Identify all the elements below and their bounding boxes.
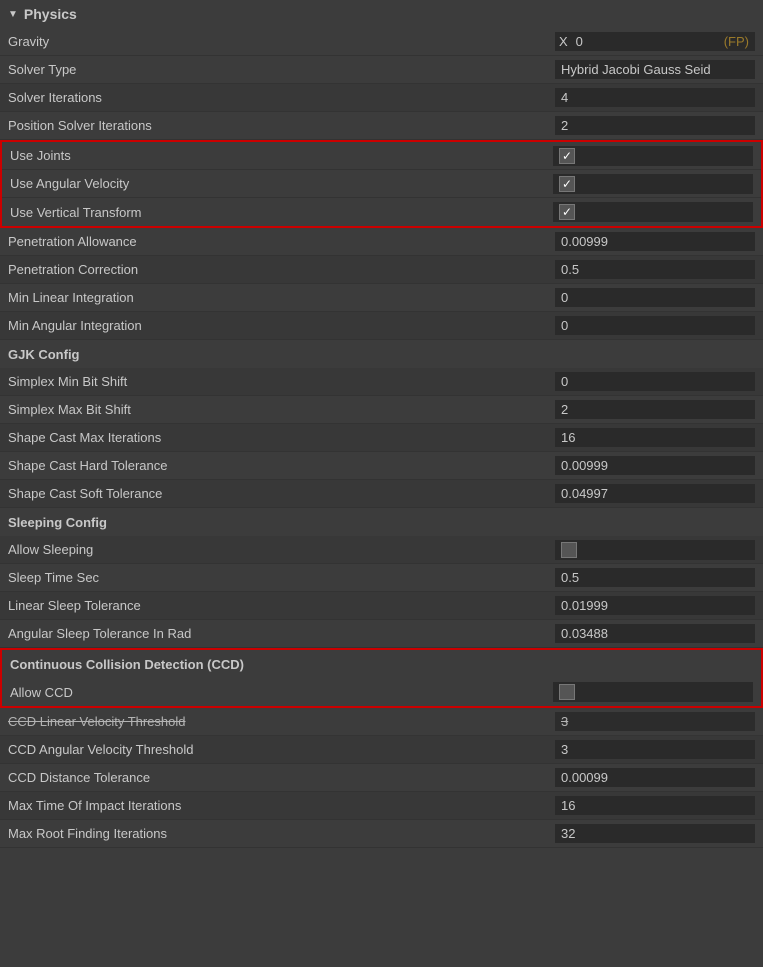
shape-cast-max-iterations-row: Shape Cast Max Iterations 16 [0,424,763,452]
gravity-fp-label: (FP) [718,32,755,51]
ccd-group: Continuous Collision Detection (CCD) All… [0,648,763,708]
solver-type-label: Solver Type [8,62,555,77]
allow-sleeping-label: Allow Sleeping [8,542,555,557]
solver-iterations-label: Solver Iterations [8,90,555,105]
shape-cast-hard-row: Shape Cast Hard Tolerance 0.00999 [0,452,763,480]
allow-ccd-checkbox[interactable] [559,684,575,700]
shape-cast-max-iterations-label: Shape Cast Max Iterations [8,430,555,445]
panel-title: Physics [24,6,77,22]
allow-ccd-row: Allow CCD [2,678,761,706]
shape-cast-soft-label: Shape Cast Soft Tolerance [8,486,555,501]
use-angular-velocity-label: Use Angular Velocity [10,176,553,191]
collapse-arrow-icon: ▼ [8,9,18,20]
gjk-config-header: GJK Config [0,340,763,368]
solver-type-row: Solver Type Hybrid Jacobi Gauss Seid [0,56,763,84]
penetration-allowance-row: Penetration Allowance 0.00999 [0,228,763,256]
penetration-correction-label: Penetration Correction [8,262,555,277]
shape-cast-soft-row: Shape Cast Soft Tolerance 0.04997 [0,480,763,508]
allow-ccd-label: Allow CCD [10,685,553,700]
simplex-max-value[interactable]: 2 [555,400,755,419]
max-root-finding-value[interactable]: 32 [555,824,755,843]
ccd-angular-vel-row: CCD Angular Velocity Threshold 3 [0,736,763,764]
allow-ccd-checkbox-cell [553,682,753,702]
sleep-time-row: Sleep Time Sec 0.5 [0,564,763,592]
solver-iterations-value[interactable]: 4 [555,88,755,107]
ccd-distance-value[interactable]: 0.00099 [555,768,755,787]
shape-cast-hard-label: Shape Cast Hard Tolerance [8,458,555,473]
gravity-values: X 0 (FP) [555,32,755,51]
linear-sleep-value[interactable]: 0.01999 [555,596,755,615]
ccd-distance-row: CCD Distance Tolerance 0.00099 [0,764,763,792]
gravity-x-value[interactable]: 0 [572,32,718,51]
min-angular-integration-value[interactable]: 0 [555,316,755,335]
physics-header[interactable]: ▼ Physics [0,0,763,28]
min-linear-integration-row: Min Linear Integration 0 [0,284,763,312]
use-joints-row: Use Joints ✓ [2,142,761,170]
use-joints-label: Use Joints [10,148,553,163]
shape-cast-max-iterations-value[interactable]: 16 [555,428,755,447]
sleeping-config-header: Sleeping Config [0,508,763,536]
ccd-linear-vel-value[interactable]: 3 [555,712,755,731]
penetration-allowance-label: Penetration Allowance [8,234,555,249]
angular-sleep-label: Angular Sleep Tolerance In Rad [8,626,555,641]
shape-cast-soft-value[interactable]: 0.04997 [555,484,755,503]
max-time-of-impact-value[interactable]: 16 [555,796,755,815]
shape-cast-hard-value[interactable]: 0.00999 [555,456,755,475]
min-linear-integration-label: Min Linear Integration [8,290,555,305]
gravity-row: Gravity X 0 (FP) [0,28,763,56]
allow-sleeping-checkbox-cell [555,540,755,560]
position-solver-value[interactable]: 2 [555,116,755,135]
use-joints-group: Use Joints ✓ Use Angular Velocity ✓ Use … [0,140,763,228]
max-time-of-impact-label: Max Time Of Impact Iterations [8,798,555,813]
min-linear-integration-value[interactable]: 0 [555,288,755,307]
ccd-distance-label: CCD Distance Tolerance [8,770,555,785]
position-solver-row: Position Solver Iterations 2 [0,112,763,140]
min-angular-integration-row: Min Angular Integration 0 [0,312,763,340]
penetration-correction-row: Penetration Correction 0.5 [0,256,763,284]
ccd-linear-vel-row: CCD Linear Velocity Threshold 3 [0,708,763,736]
penetration-correction-value[interactable]: 0.5 [555,260,755,279]
use-joints-checkbox-cell: ✓ [553,146,753,166]
simplex-max-row: Simplex Max Bit Shift 2 [0,396,763,424]
use-joints-checkbox[interactable]: ✓ [559,148,575,164]
max-root-finding-label: Max Root Finding Iterations [8,826,555,841]
angular-sleep-row: Angular Sleep Tolerance In Rad 0.03488 [0,620,763,648]
use-angular-velocity-row: Use Angular Velocity ✓ [2,170,761,198]
allow-sleeping-checkbox[interactable] [561,542,577,558]
use-vertical-transform-label: Use Vertical Transform [10,205,553,220]
ccd-angular-vel-value[interactable]: 3 [555,740,755,759]
max-root-finding-row: Max Root Finding Iterations 32 [0,820,763,848]
min-angular-integration-label: Min Angular Integration [8,318,555,333]
simplex-min-row: Simplex Min Bit Shift 0 [0,368,763,396]
penetration-allowance-value[interactable]: 0.00999 [555,232,755,251]
physics-panel: ▼ Physics Gravity X 0 (FP) Solver Type H… [0,0,763,848]
ccd-header: Continuous Collision Detection (CCD) [2,650,761,678]
linear-sleep-label: Linear Sleep Tolerance [8,598,555,613]
use-vertical-transform-checkbox-cell: ✓ [553,202,753,222]
ccd-angular-vel-label: CCD Angular Velocity Threshold [8,742,555,757]
gravity-label: Gravity [8,34,555,49]
max-time-of-impact-row: Max Time Of Impact Iterations 16 [0,792,763,820]
sleep-time-value[interactable]: 0.5 [555,568,755,587]
ccd-label: Continuous Collision Detection (CCD) [10,657,244,672]
sleeping-config-label: Sleeping Config [8,515,107,530]
use-vertical-transform-row: Use Vertical Transform ✓ [2,198,761,226]
gjk-config-label: GJK Config [8,347,80,362]
use-angular-velocity-checkbox[interactable]: ✓ [559,176,575,192]
use-angular-velocity-checkbox-cell: ✓ [553,174,753,194]
linear-sleep-row: Linear Sleep Tolerance 0.01999 [0,592,763,620]
ccd-linear-vel-label: CCD Linear Velocity Threshold [8,714,555,729]
simplex-min-value[interactable]: 0 [555,372,755,391]
position-solver-label: Position Solver Iterations [8,118,555,133]
simplex-max-label: Simplex Max Bit Shift [8,402,555,417]
solver-iterations-row: Solver Iterations 4 [0,84,763,112]
sleep-time-label: Sleep Time Sec [8,570,555,585]
gravity-x-axis: X [555,32,572,51]
angular-sleep-value[interactable]: 0.03488 [555,624,755,643]
allow-sleeping-row: Allow Sleeping [0,536,763,564]
simplex-min-label: Simplex Min Bit Shift [8,374,555,389]
solver-type-value[interactable]: Hybrid Jacobi Gauss Seid [555,60,755,79]
use-vertical-transform-checkbox[interactable]: ✓ [559,204,575,220]
